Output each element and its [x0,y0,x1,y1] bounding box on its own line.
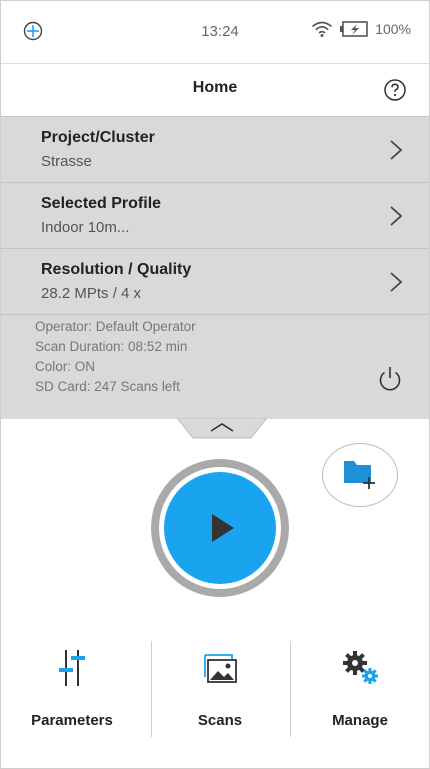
row-title: Project/Cluster [41,129,155,146]
new-project-button[interactable] [322,443,398,507]
start-scan-ring [151,459,289,597]
nav-manage[interactable]: Manage [289,641,429,741]
sd-card-info: SD Card: 247 Scans left [35,379,180,394]
nav-label: Scans [197,712,243,729]
play-icon [212,514,234,542]
row-title: Selected Profile [41,195,162,212]
help-icon[interactable] [383,78,407,102]
nav-label: Parameters [31,712,113,729]
scan-duration-info: Scan Duration: 08:52 min [35,339,188,354]
chevron-right-icon [390,206,403,226]
nav-label: Manage [332,712,388,729]
chevron-right-icon [390,272,403,292]
start-scan-ring-inner [159,467,281,589]
row-value: 28.2 MPts / 4 x [41,285,142,302]
settings-panel: Project/Cluster Strasse Selected Profile… [1,117,429,419]
image-gallery-icon [204,654,237,683]
color-info: Color: ON [35,359,96,374]
wifi-icon [312,21,333,37]
page-title: Home [192,79,238,96]
header: Home [1,64,429,117]
project-cluster-row[interactable]: Project/Cluster Strasse [1,117,429,183]
row-title: Resolution / Quality [41,261,192,278]
row-value: Strasse [41,153,92,170]
start-scan-button[interactable] [164,472,276,584]
selected-profile-row[interactable]: Selected Profile Indoor 10m... [1,183,429,249]
nav-parameters[interactable]: Parameters [1,641,143,741]
resolution-quality-row[interactable]: Resolution / Quality 28.2 MPts / 4 x [1,249,429,315]
row-value: Indoor 10m... [41,219,130,236]
chevron-right-icon [390,140,403,160]
app-frame: 13:24 100% Home Project/Cluster Strasse … [0,0,430,769]
bottom-nav: Parameters Scans Manage [1,641,429,741]
gears-icon [343,651,378,684]
status-indicators: 100% [311,20,411,38]
scan-info: Operator: Default Operator Scan Duration… [1,315,429,419]
expand-panel-tab[interactable] [177,418,267,440]
status-bar: 13:24 100% [1,1,429,64]
battery-percent: 100% [375,21,411,37]
sliders-icon [59,650,85,686]
nav-scans[interactable]: Scans [149,641,291,741]
operator-info: Operator: Default Operator [35,319,196,334]
battery-charging-icon [340,21,368,37]
folder-add-icon [344,461,375,489]
power-icon[interactable] [377,365,403,393]
